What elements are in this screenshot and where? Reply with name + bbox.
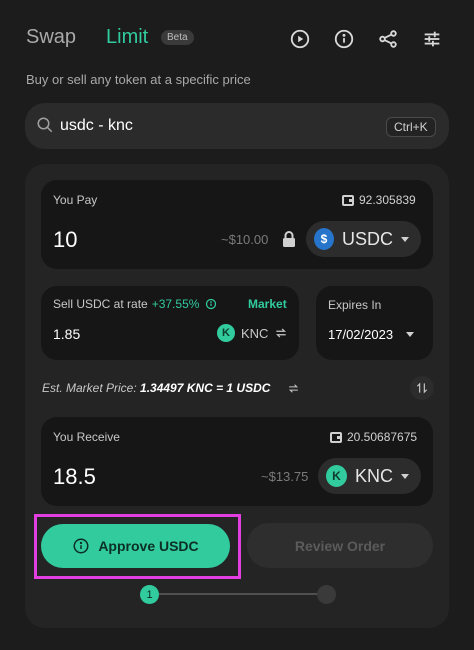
- wallet-icon: [342, 194, 354, 206]
- receive-balance-value: 20.50687675: [347, 430, 418, 444]
- receive-amount-input[interactable]: 18.5: [53, 464, 96, 490]
- pay-balance[interactable]: 92.305839: [342, 193, 416, 207]
- page-subtitle: Buy or sell any token at a specific pric…: [26, 72, 251, 87]
- share-icon[interactable]: [376, 27, 400, 51]
- chevron-down-icon[interactable]: [406, 332, 414, 337]
- pay-usd-value: ~$10.00: [221, 232, 269, 247]
- est-market-price: Est. Market Price: 1.34497 KNC = 1 USDC: [42, 381, 270, 395]
- shortcut-badge: Ctrl+K: [386, 117, 436, 137]
- step-progress-line: [159, 593, 317, 595]
- review-order-button[interactable]: Review Order: [247, 523, 433, 568]
- rate-label: Sell USDC at rate: [53, 297, 148, 311]
- market-rate-link[interactable]: Market: [248, 297, 287, 311]
- search-icon: [37, 117, 53, 133]
- info-icon[interactable]: [205, 298, 217, 310]
- approve-button[interactable]: Approve USDC: [41, 524, 230, 568]
- rate-input[interactable]: 1.85: [53, 326, 80, 342]
- pay-amount-input[interactable]: 10: [53, 227, 77, 253]
- pay-token-name: USDC: [341, 228, 393, 249]
- pay-balance-value: 92.305839: [359, 193, 416, 207]
- chevron-down-icon: [401, 473, 409, 479]
- swap-arrows-icon[interactable]: [274, 326, 288, 340]
- you-pay-label: You Pay: [53, 193, 98, 207]
- receive-token-name: KNC: [354, 465, 393, 486]
- play-circle-icon[interactable]: [288, 27, 312, 51]
- usdc-logo-icon: $: [314, 228, 334, 250]
- est-market-label: Est. Market Price:: [42, 381, 137, 395]
- receive-balance[interactable]: 20.50687675: [330, 430, 417, 444]
- beta-badge: Beta: [161, 30, 194, 45]
- lock-icon: [283, 231, 295, 247]
- est-market-value: 1.34497 KNC = 1 USDC: [140, 381, 271, 395]
- step-indicator-1: 1: [140, 585, 159, 604]
- receive-token-select[interactable]: K KNC: [318, 458, 421, 494]
- approve-label: Approve USDC: [98, 538, 199, 554]
- rate-header: Sell USDC at rate +37.55%: [53, 297, 217, 311]
- step-indicator-2: [317, 585, 336, 604]
- swap-arrows-icon[interactable]: [287, 382, 300, 395]
- rate-token-name: KNC: [241, 325, 269, 341]
- rate-change: +37.55%: [151, 297, 200, 311]
- reverse-direction-button[interactable]: [410, 376, 434, 400]
- expires-select[interactable]: 17/02/2023: [328, 327, 398, 342]
- rate-token[interactable]: K KNC: [217, 324, 288, 342]
- info-icon: [73, 538, 89, 554]
- chevron-down-icon: [401, 236, 409, 242]
- pay-token-select[interactable]: $ USDC: [306, 221, 421, 257]
- knc-logo-icon: K: [326, 465, 347, 487]
- knc-logo-icon: K: [217, 324, 235, 342]
- settings-sliders-icon[interactable]: [420, 27, 444, 51]
- wallet-icon: [330, 431, 342, 443]
- tab-swap[interactable]: Swap: [26, 26, 76, 49]
- search-input[interactable]: [60, 111, 360, 141]
- receive-usd-value: ~$13.75: [261, 469, 309, 484]
- you-receive-label: You Receive: [53, 430, 120, 444]
- expires-label: Expires In: [328, 298, 382, 312]
- vertical-swap-icon: [416, 382, 428, 394]
- info-icon[interactable]: [332, 27, 356, 51]
- tab-limit[interactable]: Limit: [106, 26, 148, 49]
